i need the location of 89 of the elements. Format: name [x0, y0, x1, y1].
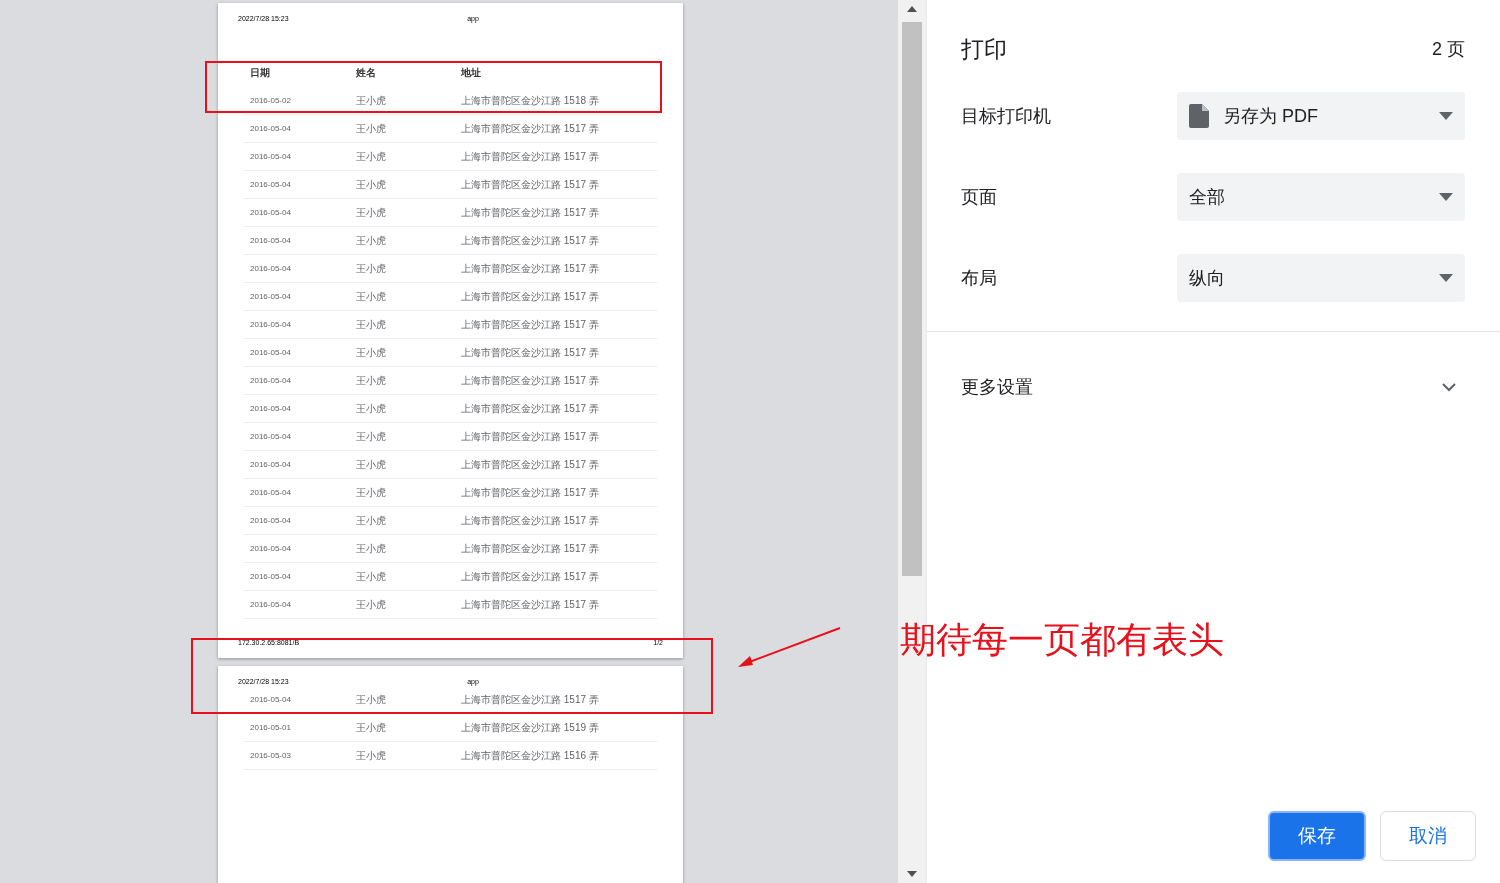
more-settings-toggle[interactable]: 更多设置: [927, 375, 1500, 399]
table-cell-text: 上海市普陀区金沙江路 1517 弄: [461, 205, 600, 220]
table-cell-text: 2016-05-04: [250, 544, 292, 553]
table-cell-text: 王小虎: [356, 345, 387, 360]
caret-icon: [1439, 193, 1453, 201]
field-label: 布局: [961, 267, 997, 290]
table-cell-text: 王小虎: [356, 692, 387, 707]
table-cell-text: 王小虎: [356, 121, 387, 136]
table-cell-text: 2016-05-04: [250, 460, 292, 469]
table-cell-text: 2016-05-04: [250, 124, 292, 133]
table-cell-text: 上海市普陀区金沙江路 1517 弄: [461, 457, 600, 472]
caret-icon: [1439, 112, 1453, 120]
table-cell-text: 2016-05-04: [250, 600, 292, 609]
table-cell-text: 王小虎: [356, 569, 387, 584]
table-cell-text: 上海市普陀区金沙江路 1517 弄: [461, 569, 600, 584]
table-cell-text: 王小虎: [356, 597, 387, 612]
table-cell-text: 王小虎: [356, 541, 387, 556]
table-cell-text: 上海市普陀区金沙江路 1517 弄: [461, 345, 600, 360]
table-cell-text: 2016-05-04: [250, 432, 292, 441]
table-cell-text: 上海市普陀区金沙江路 1517 弄: [461, 289, 600, 304]
table-cell-text: 王小虎: [356, 205, 387, 220]
table-cell-text: 王小虎: [356, 289, 387, 304]
table-cell-text: 上海市普陀区金沙江路 1517 弄: [461, 373, 600, 388]
table-cell-text: 上海市普陀区金沙江路 1517 弄: [461, 429, 600, 444]
table-cell-text: 王小虎: [356, 485, 387, 500]
table-cell-text: 上海市普陀区金沙江路 1517 弄: [461, 597, 600, 612]
table-cell-text: 王小虎: [356, 261, 387, 276]
table-cell-text: 上海市普陀区金沙江路 1517 弄: [461, 121, 600, 136]
table-cell-text: 王小虎: [356, 373, 387, 388]
table-cell-text: 王小虎: [356, 429, 387, 444]
table-cell-text: 2016-05-04: [250, 695, 292, 704]
table-cell-text: 2016-05-04: [250, 376, 292, 385]
column-header: 姓名: [356, 66, 377, 80]
scrollbar-thumb[interactable]: [902, 22, 922, 576]
field-label: 页面: [961, 186, 997, 209]
field-label: 目标打印机: [961, 105, 1051, 128]
table-cell-text: 王小虎: [356, 748, 387, 763]
dropdown[interactable]: 纵向: [1177, 254, 1465, 302]
dropdown[interactable]: 全部: [1177, 173, 1465, 221]
page-count: 2 页: [1432, 38, 1465, 61]
scroll-down-icon: [907, 871, 917, 877]
column-header: 地址: [461, 66, 482, 80]
save-button[interactable]: 保存: [1268, 811, 1366, 861]
table-cell-text: 上海市普陀区金沙江路 1517 弄: [461, 541, 600, 556]
table-cell-text: 2016-05-02: [250, 96, 292, 105]
chevron-down-icon: [1442, 382, 1456, 392]
table-cell-text: 2016-05-01: [250, 723, 292, 732]
table-cell-text: 2016-05-04: [250, 488, 292, 497]
table-cell-text: 2016-05-04: [250, 348, 292, 357]
table-cell-text: 2016-05-04: [250, 404, 292, 413]
table-cell-text: 王小虎: [356, 149, 387, 164]
dropdown[interactable]: 另存为 PDF: [1177, 92, 1465, 140]
panel-title: 打印: [961, 34, 1007, 64]
table-cell-text: 上海市普陀区金沙江路 1517 弄: [461, 177, 600, 192]
table-cell-text: 王小虎: [356, 233, 387, 248]
table-cell-text: 2016-05-03: [250, 751, 292, 760]
annotation-text: 期待每一页都有表头: [900, 619, 1224, 662]
table-cell-text: 上海市普陀区金沙江路 1516 弄: [461, 748, 600, 763]
table-cell-text: 王小虎: [356, 401, 387, 416]
file-icon: [1189, 104, 1209, 128]
table-cell-text: 2016-05-04: [250, 236, 292, 245]
table-cell-text: 王小虎: [356, 317, 387, 332]
table-cell-text: 上海市普陀区金沙江路 1517 弄: [461, 261, 600, 276]
table-cell-text: 王小虎: [356, 93, 387, 108]
table-cell-text: 2016-05-04: [250, 320, 292, 329]
table-cell-text: 王小虎: [356, 513, 387, 528]
cancel-button[interactable]: 取消: [1380, 811, 1476, 861]
table-cell-text: 王小虎: [356, 177, 387, 192]
table-cell-text: 2016-05-04: [250, 292, 292, 301]
table-cell-text: 上海市普陀区金沙江路 1517 弄: [461, 485, 600, 500]
scroll-up-icon: [907, 6, 917, 12]
table-cell-text: 上海市普陀区金沙江路 1518 弄: [461, 93, 600, 108]
table-cell-text: 2016-05-04: [250, 180, 292, 189]
table-cell-text: 2016-05-04: [250, 264, 292, 273]
table-cell-text: 上海市普陀区金沙江路 1517 弄: [461, 149, 600, 164]
column-header: 日期: [250, 66, 271, 80]
table-cell-text: 2016-05-04: [250, 152, 292, 161]
table-cell-text: 上海市普陀区金沙江路 1517 弄: [461, 317, 600, 332]
table-cell-text: 上海市普陀区金沙江路 1517 弄: [461, 401, 600, 416]
table-cell-text: 上海市普陀区金沙江路 1517 弄: [461, 513, 600, 528]
table-cell-text: 上海市普陀区金沙江路 1517 弄: [461, 233, 600, 248]
table-cell-text: 2016-05-04: [250, 572, 292, 581]
table-cell-text: 2016-05-04: [250, 208, 292, 217]
table-cell-text: 上海市普陀区金沙江路 1519 弄: [461, 720, 600, 735]
table-cell-text: 王小虎: [356, 720, 387, 735]
caret-icon: [1439, 274, 1453, 282]
table-cell-text: 王小虎: [356, 457, 387, 472]
table-cell-text: 2016-05-04: [250, 516, 292, 525]
table-cell-text: 上海市普陀区金沙江路 1517 弄: [461, 692, 600, 707]
